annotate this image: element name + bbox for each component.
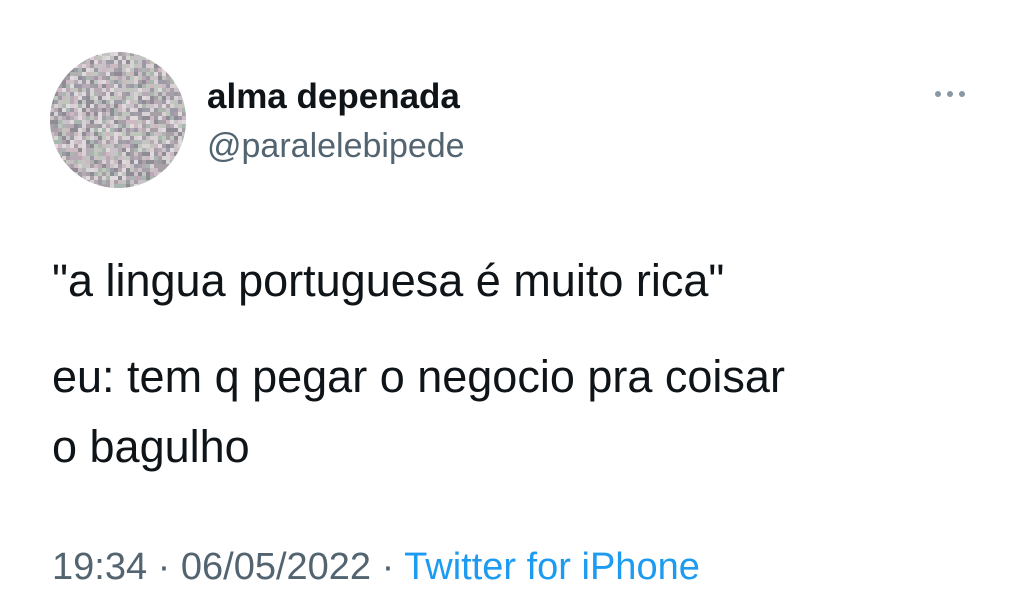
tweet-date[interactable]: 06/05/2022 — [181, 546, 371, 588]
more-icon[interactable] — [926, 78, 974, 110]
tweet-source-link[interactable]: Twitter for iPhone — [404, 546, 700, 588]
avatar[interactable] — [50, 52, 186, 188]
tweet-meta: 19:34 · 06/05/2022 · Twitter for iPhone — [52, 543, 700, 591]
tweet-text-line-2: eu: tem q pegar o negocio pra coisar — [52, 351, 785, 402]
tweet-text-line-3: o bagulho — [52, 421, 250, 472]
avatar-image — [50, 52, 186, 188]
tweet-text-line-1: "a lingua portuguesa é muito rica" — [52, 255, 725, 306]
meta-separator: · — [381, 546, 395, 588]
tweet-card: alma depenada @paralelebipede "a lingua … — [0, 0, 1024, 611]
meta-separator: · — [157, 546, 171, 588]
tweet-time[interactable]: 19:34 — [52, 546, 147, 588]
user-handle[interactable]: @paralelebipede — [207, 126, 465, 166]
display-name[interactable]: alma depenada — [207, 77, 460, 117]
